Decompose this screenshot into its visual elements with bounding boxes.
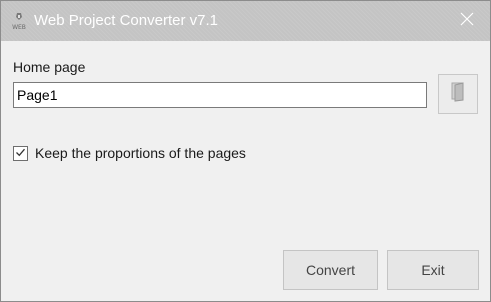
keep-proportions-label[interactable]: Keep the proportions of the pages bbox=[35, 145, 246, 161]
svg-text:WEB: WEB bbox=[12, 24, 26, 31]
dialog-window: WEB Web Project Converter v7.1 Home page bbox=[0, 0, 491, 302]
close-icon bbox=[460, 12, 474, 31]
folder-icon bbox=[450, 81, 466, 107]
keep-proportions-checkbox[interactable] bbox=[13, 146, 28, 161]
convert-button[interactable]: Convert bbox=[283, 250, 378, 290]
home-page-label: Home page bbox=[13, 59, 86, 75]
web-app-icon: WEB bbox=[9, 11, 29, 31]
title-bar[interactable]: WEB Web Project Converter v7.1 bbox=[1, 1, 490, 41]
browse-button[interactable] bbox=[438, 74, 478, 114]
home-page-input[interactable] bbox=[13, 82, 427, 108]
close-button[interactable] bbox=[444, 1, 490, 41]
window-title: Web Project Converter v7.1 bbox=[34, 12, 218, 29]
exit-button[interactable]: Exit bbox=[387, 250, 479, 290]
checkmark-icon bbox=[15, 145, 26, 163]
